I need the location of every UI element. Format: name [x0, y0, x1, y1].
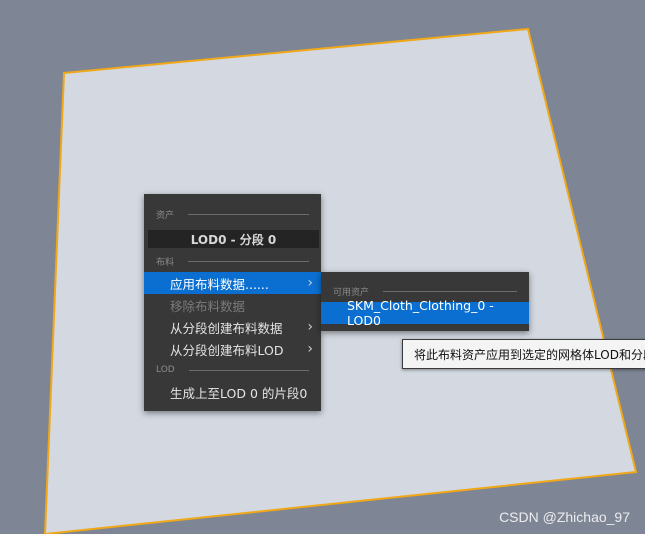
menu-item-remove-cloth-data[interactable]: 移除布料数据 — [144, 294, 321, 316]
menu-item-create-cloth-data-from-section[interactable]: 从分段创建布料数据 › — [144, 316, 321, 338]
chevron-right-icon: › — [307, 319, 313, 335]
viewport[interactable]: 资产 LOD0 - 分段 0 布料 应用布料数据...... › 移除布料数据 … — [0, 0, 645, 534]
tooltip-text: 将此布料资产应用到选定的网格体LOD和分段 — [414, 347, 645, 362]
section-header-lod-label: LOD — [156, 365, 175, 375]
menu-item-label: 从分段创建布料LOD — [170, 342, 284, 358]
cloth-plane-mesh[interactable] — [0, 0, 645, 534]
menu-item-label: 生成上至LOD 0 的片段0 — [170, 385, 308, 401]
menu-item-label: SKM_Cloth_Clothing_0 - LOD0 — [347, 298, 494, 328]
menu-item-apply-cloth-data[interactable]: 应用布料数据...... › — [144, 272, 321, 294]
section-divider — [188, 213, 309, 215]
section-header-asset-label: 资产 — [156, 210, 175, 221]
menu-item-label: 从分段创建布料数据 — [170, 320, 283, 336]
section-title: LOD0 - 分段 0 — [148, 230, 319, 248]
section-header-cloth-label: 布料 — [156, 257, 175, 268]
section-divider — [188, 260, 309, 262]
tooltip: 将此布料资产应用到选定的网格体LOD和分段 — [402, 339, 645, 369]
menu-item-create-cloth-lod-from-section[interactable]: 从分段创建布料LOD › — [144, 338, 321, 360]
available-assets-submenu: 可用资产 SKM_Cloth_Clothing_0 - LOD0 — [321, 272, 529, 331]
section-divider — [188, 369, 309, 371]
section-divider — [383, 290, 517, 292]
section-header-available-assets: 可用资产 — [333, 284, 517, 298]
submenu-item-cloth-asset[interactable]: SKM_Cloth_Clothing_0 - LOD0 — [321, 298, 529, 328]
context-menu: 资产 LOD0 - 分段 0 布料 应用布料数据...... › 移除布料数据 … — [144, 194, 321, 411]
menu-item-label: 移除布料数据 — [170, 298, 246, 314]
chevron-right-icon: › — [307, 341, 313, 357]
section-header-asset: 资产 — [156, 207, 309, 221]
section-header-lod: LOD — [156, 363, 309, 377]
menu-item-label: 应用布料数据...... — [170, 276, 269, 292]
section-header-available-assets-label: 可用资产 — [333, 287, 370, 298]
menu-item-generate-lod-section[interactable]: 生成上至LOD 0 的片段0 — [144, 381, 321, 403]
watermark: CSDN @Zhichao_97 — [499, 509, 630, 525]
section-header-cloth: 布料 — [156, 254, 309, 268]
chevron-right-icon: › — [307, 275, 313, 291]
